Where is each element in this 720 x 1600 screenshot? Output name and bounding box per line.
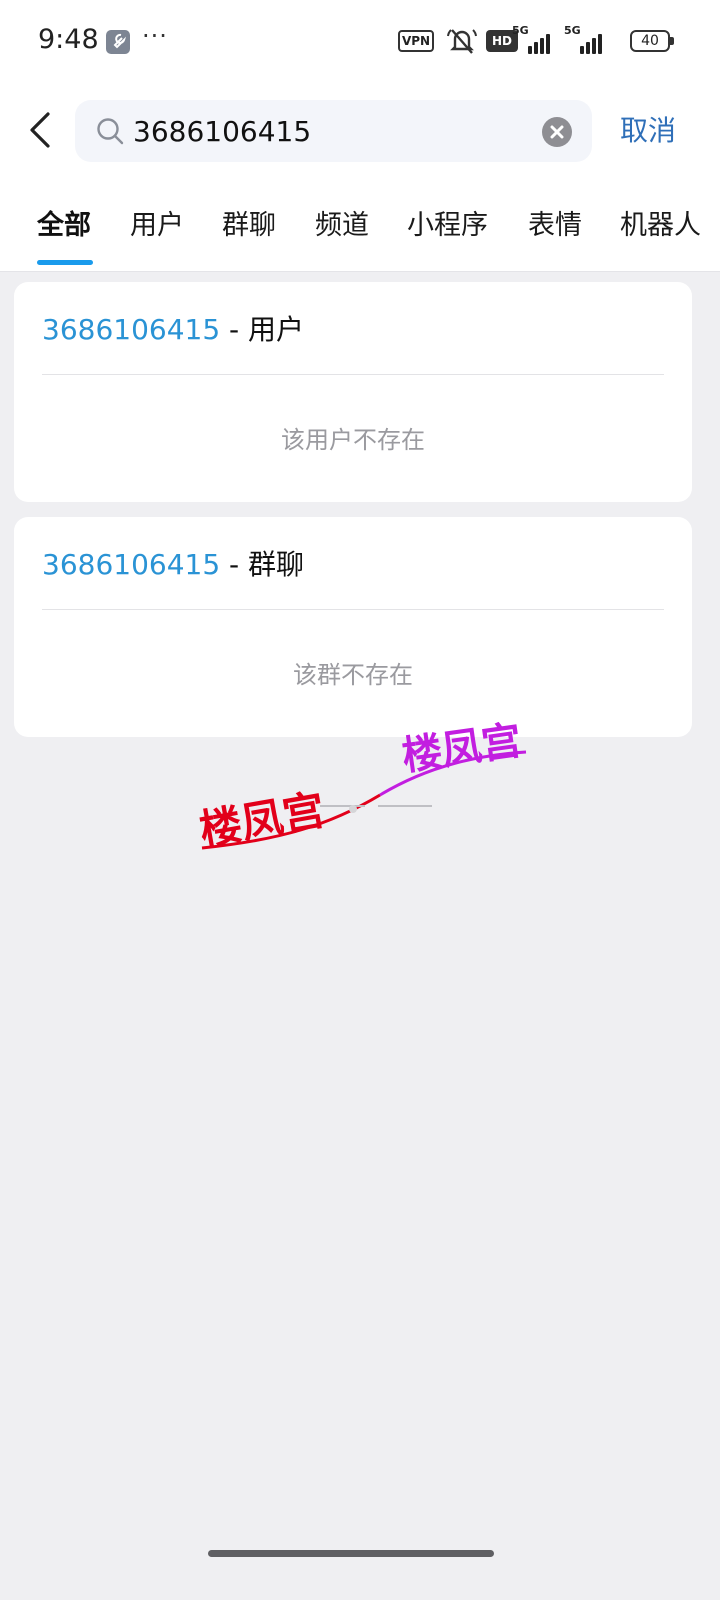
- search-box[interactable]: [75, 100, 592, 162]
- clear-search-button[interactable]: [542, 117, 572, 147]
- battery-indicator: 40: [630, 30, 670, 52]
- chevron-left-icon: [30, 112, 50, 148]
- signal-2-icon: 5G: [564, 24, 608, 56]
- divider: [42, 609, 664, 610]
- tab-channels[interactable]: 频道: [315, 206, 369, 256]
- cancel-button[interactable]: 取消: [612, 108, 684, 154]
- back-button[interactable]: [22, 108, 62, 152]
- home-indicator[interactable]: [208, 1550, 494, 1557]
- tab-bots[interactable]: 机器人: [620, 206, 701, 256]
- tab-users[interactable]: 用户: [130, 206, 184, 256]
- tab-stickers[interactable]: 表情: [528, 206, 582, 256]
- watermark-logo: 楼凤宫 楼凤宫: [196, 718, 527, 855]
- search-icon: [95, 116, 125, 146]
- network-type-label: 5G: [564, 24, 581, 37]
- active-tab-indicator: [37, 260, 93, 265]
- result-type: - 群聊: [220, 548, 305, 581]
- tab-mini-programs[interactable]: 小程序: [407, 206, 488, 256]
- status-bar: 9:48 ··· VPN HD 5G 5G 40: [0, 0, 720, 84]
- bell-muted-icon: [446, 26, 478, 56]
- card-title: 3686106415 - 群聊: [42, 545, 304, 585]
- watermark-text-red: 楼凤宫: [196, 785, 329, 855]
- battery-tip: [670, 37, 674, 45]
- search-tabs: 全部 用户 群聊 频道 小程序 表情 机器人: [0, 200, 720, 270]
- card-title: 3686106415 - 用户: [42, 310, 304, 350]
- empty-state-text: 该用户不存在: [281, 426, 425, 454]
- result-type: - 用户: [220, 313, 305, 346]
- empty-state-text: 该群不存在: [293, 661, 413, 689]
- vpn-badge: VPN: [398, 30, 434, 52]
- divider: [42, 374, 664, 375]
- status-time: 9:48: [38, 24, 99, 55]
- result-id: 3686106415: [42, 548, 221, 581]
- network-type-label: 5G: [512, 24, 529, 37]
- top-area: 9:48 ··· VPN HD 5G 5G 40 3686106415 取消 全…: [0, 0, 720, 272]
- signal-1-icon: 5G: [512, 24, 556, 56]
- tab-all[interactable]: 全部: [37, 206, 91, 256]
- more-dots-icon: ···: [142, 22, 168, 50]
- result-id: 3686106415: [42, 313, 221, 346]
- tab-group-chats[interactable]: 群聊: [222, 206, 276, 256]
- watermark-text-purple: 楼凤宫: [399, 718, 524, 780]
- search-input[interactable]: [133, 110, 533, 152]
- wrench-icon: [106, 30, 130, 54]
- user-result-card: 3686106415 - 用户 该用户不存在: [14, 282, 692, 502]
- close-icon: [550, 125, 564, 139]
